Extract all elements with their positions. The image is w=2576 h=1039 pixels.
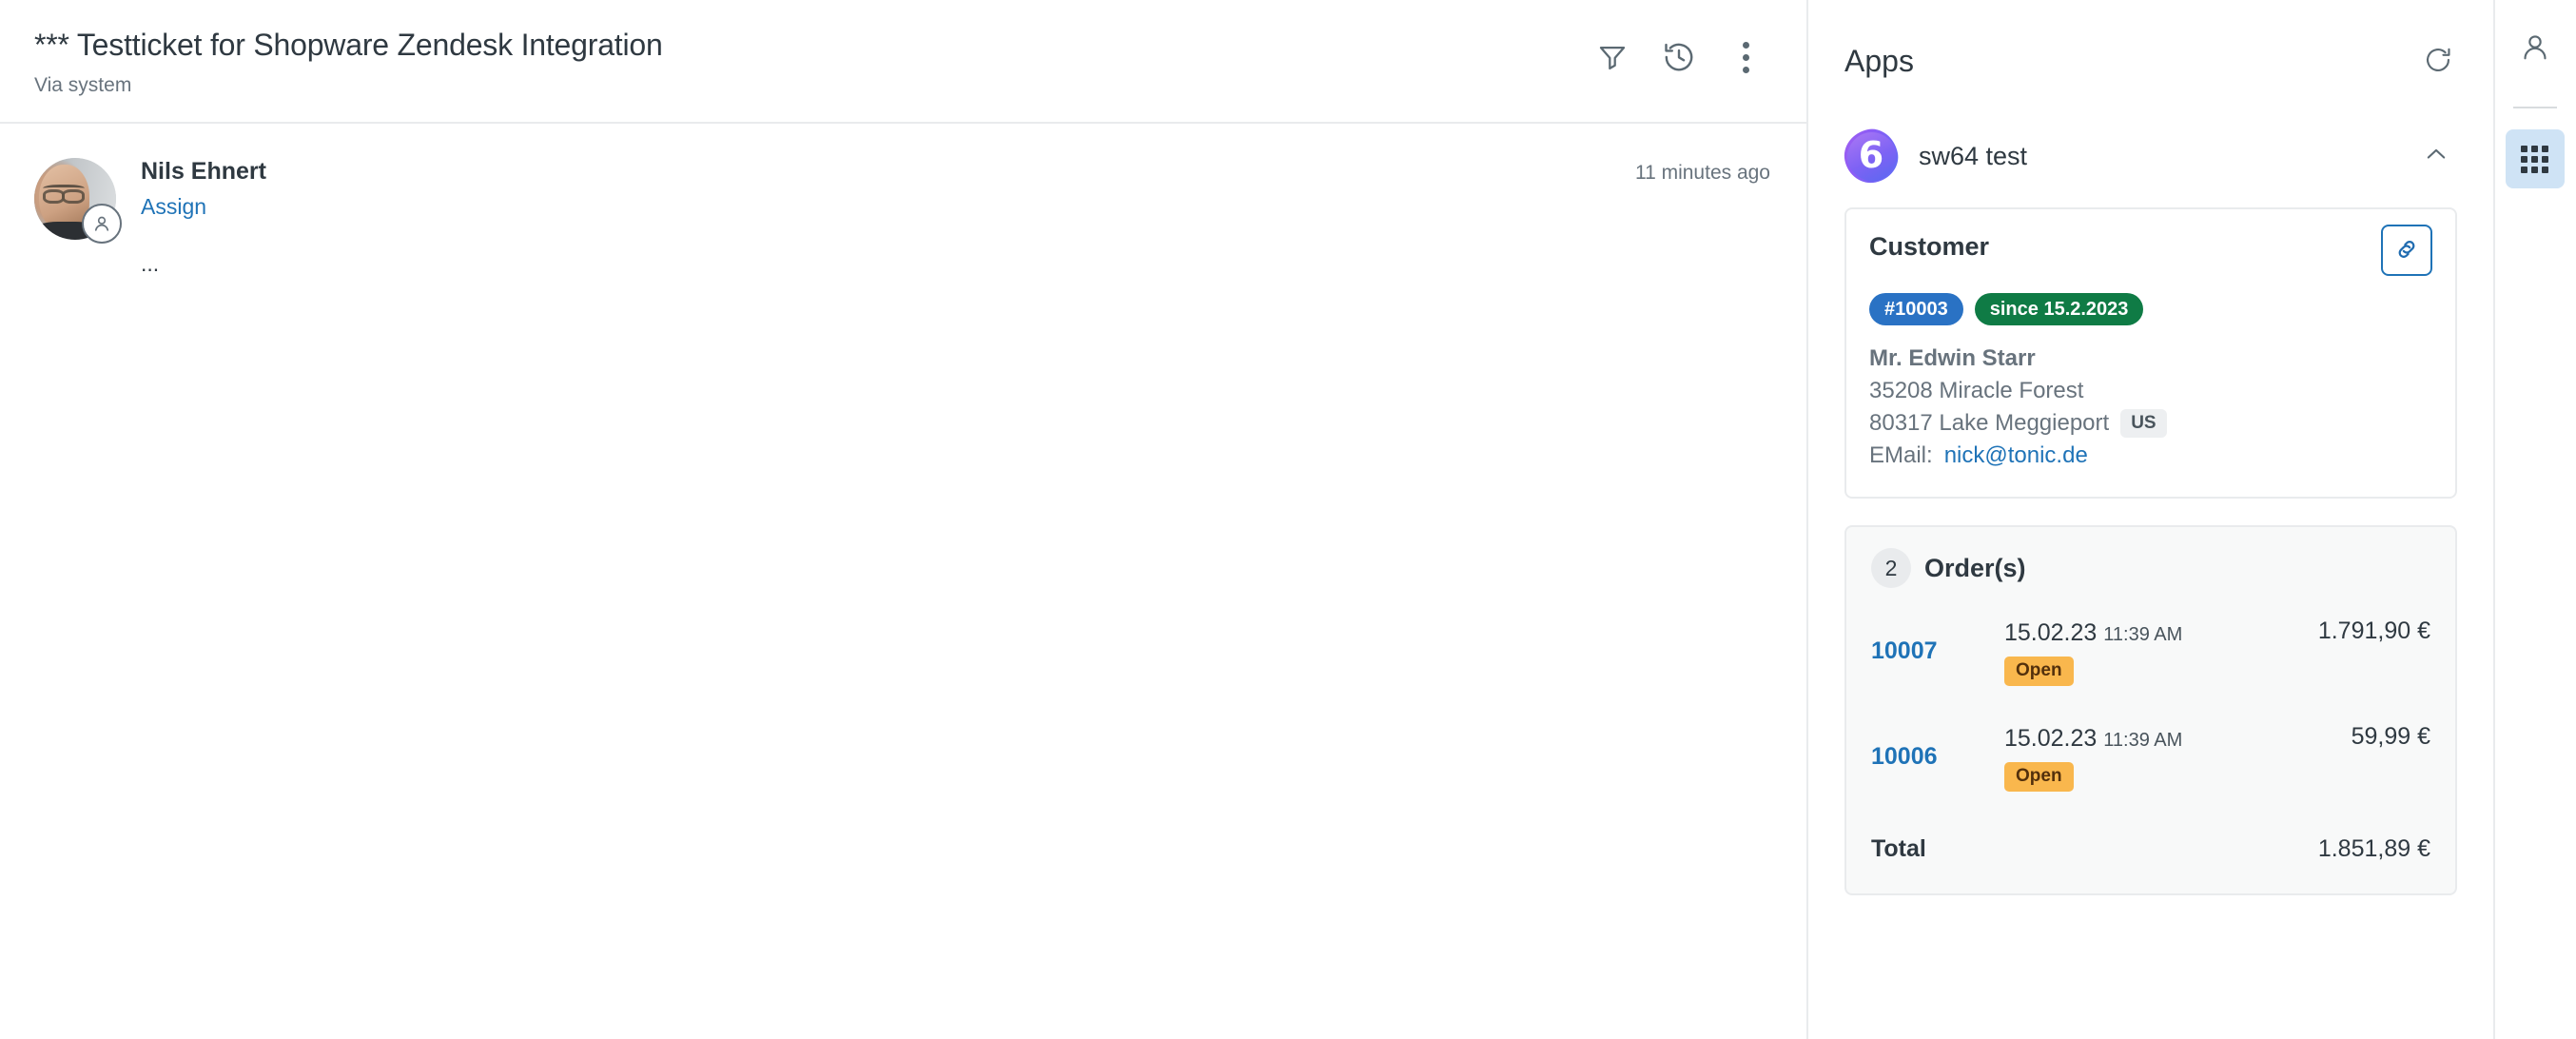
customer-card-title: Customer bbox=[1869, 232, 1990, 261]
orders-card: 2 Order(s) 10007 15.02.23 11:39 AM Open … bbox=[1844, 525, 2457, 895]
open-customer-link-button[interactable] bbox=[2381, 225, 2432, 276]
more-options-button[interactable] bbox=[1719, 30, 1772, 84]
history-icon bbox=[1662, 40, 1696, 74]
orders-card-title: Order(s) bbox=[1924, 553, 2026, 582]
right-rail bbox=[2495, 0, 2574, 1039]
apps-panel-header: Apps bbox=[1808, 0, 2493, 122]
ticket-header-actions bbox=[1586, 23, 1772, 84]
orders-total-label: Total bbox=[1871, 835, 1926, 862]
ticket-title-block: *** Testticket for Shopware Zendesk Inte… bbox=[34, 23, 1586, 97]
order-number-link[interactable]: 10006 bbox=[1871, 722, 2004, 771]
customer-details: Mr. Edwin Starr 35208 Miracle Forest 803… bbox=[1869, 343, 2432, 472]
customer-city: 80317 Lake Meggieport bbox=[1869, 410, 2110, 437]
chevron-up-icon bbox=[2423, 141, 2449, 172]
orders-total-row: Total 1.851,89 € bbox=[1871, 799, 2430, 871]
apps-grid-icon bbox=[2521, 145, 2548, 173]
customer-email-label: EMail: bbox=[1869, 442, 1933, 469]
conversation-area: Nils Ehnert 11 minutes ago Assign ... bbox=[0, 124, 1806, 1039]
customer-country-badge: US bbox=[2120, 409, 2167, 439]
order-time-value: 11:39 AM bbox=[2103, 730, 2183, 752]
ticket-pane: *** Testticket for Shopware Zendesk Inte… bbox=[0, 0, 1808, 1039]
customer-street: 35208 Miracle Forest bbox=[1869, 378, 2084, 404]
status-badge: Open bbox=[2004, 657, 2074, 687]
order-date: 15.02.23 11:39 AM bbox=[2004, 617, 2309, 649]
customer-card-header: Customer bbox=[1869, 225, 2432, 276]
customer-email-row: EMail: nick@tonic.de bbox=[1869, 440, 2432, 472]
orders-count-badge: 2 bbox=[1871, 548, 1911, 589]
sw64-logo-icon: 6 bbox=[1839, 124, 1903, 188]
rail-apps-button[interactable] bbox=[2505, 129, 2565, 188]
rail-user-button[interactable] bbox=[2507, 21, 2564, 78]
comment-text: ... bbox=[141, 251, 160, 276]
customer-badges: #10003 since 15.2.2023 bbox=[1869, 293, 2432, 325]
status-badge: Open bbox=[2004, 762, 2074, 792]
order-amount: 1.791,90 € bbox=[2317, 618, 2430, 645]
refresh-apps-button[interactable] bbox=[2413, 36, 2463, 86]
customer-name: Mr. Edwin Starr bbox=[1869, 345, 2036, 371]
orders-card-header: 2 Order(s) bbox=[1871, 548, 2430, 589]
customer-card: Customer #10003 since 15.2.2023 Mr. Edwi… bbox=[1844, 207, 2457, 500]
app-header-sw64-test[interactable]: 6 sw64 test bbox=[1839, 122, 2457, 207]
table-row: 10006 15.02.23 11:39 AM Open 59,99 € bbox=[1871, 694, 2430, 799]
comment-body: Nils Ehnert 11 minutes ago Assign ... bbox=[141, 158, 1772, 279]
filter-button[interactable] bbox=[1586, 30, 1639, 84]
app-root: *** Testticket for Shopware Zendesk Inte… bbox=[0, 0, 2576, 1039]
ticket-header: *** Testticket for Shopware Zendesk Inte… bbox=[0, 0, 1806, 124]
order-time-value: 11:39 AM bbox=[2103, 624, 2183, 646]
order-date-value: 15.02.23 bbox=[2004, 725, 2098, 753]
refresh-icon bbox=[2423, 45, 2453, 78]
filter-icon bbox=[1596, 41, 1629, 73]
collapse-app-button[interactable] bbox=[2415, 135, 2457, 177]
customer-city-row: 80317 Lake Meggieport US bbox=[1869, 407, 2432, 440]
comment-timestamp: 11 minutes ago bbox=[1634, 162, 1770, 184]
apps-panel: Apps 6 sw64 test Customer #10003 since 1… bbox=[1808, 0, 2495, 1039]
orders-total-amount: 1.851,89 € bbox=[2317, 835, 2430, 862]
apps-list: 6 sw64 test Customer #10003 since 15.2.2… bbox=[1808, 122, 2493, 1039]
user-icon bbox=[2519, 31, 2551, 69]
table-row: 10007 15.02.23 11:39 AM Open 1.791,90 € bbox=[1871, 588, 2430, 694]
link-icon bbox=[2393, 236, 2420, 265]
apps-panel-title: Apps bbox=[1844, 43, 1914, 78]
avatar bbox=[34, 158, 122, 244]
history-button[interactable] bbox=[1652, 30, 1706, 84]
more-options-icon bbox=[1742, 41, 1749, 73]
comment-header: Nils Ehnert 11 minutes ago bbox=[141, 158, 1772, 186]
customer-since-badge: since 15.2.2023 bbox=[1974, 293, 2144, 325]
assign-link[interactable]: Assign bbox=[141, 194, 206, 220]
comment-author: Nils Ehnert bbox=[141, 158, 266, 185]
customer-email-link[interactable]: nick@tonic.de bbox=[1944, 440, 2088, 472]
ticket-source: Via system bbox=[34, 74, 132, 97]
sw64-logo-text: 6 bbox=[1858, 134, 1884, 176]
app-name: sw64 test bbox=[1919, 141, 2028, 170]
order-meta: 15.02.23 11:39 AM Open bbox=[2004, 617, 2318, 687]
user-badge-icon bbox=[82, 204, 122, 244]
order-meta: 15.02.23 11:39 AM Open bbox=[2004, 722, 2352, 792]
rail-divider bbox=[2512, 107, 2557, 108]
customer-id-badge: #10003 bbox=[1869, 293, 1963, 325]
order-date: 15.02.23 11:39 AM bbox=[2004, 722, 2342, 755]
order-date-value: 15.02.23 bbox=[2004, 619, 2098, 647]
comment: Nils Ehnert 11 minutes ago Assign ... bbox=[34, 158, 1772, 279]
order-amount: 59,99 € bbox=[2351, 723, 2430, 751]
page-title: *** Testticket for Shopware Zendesk Inte… bbox=[34, 28, 663, 62]
order-number-link[interactable]: 10007 bbox=[1871, 617, 2004, 665]
